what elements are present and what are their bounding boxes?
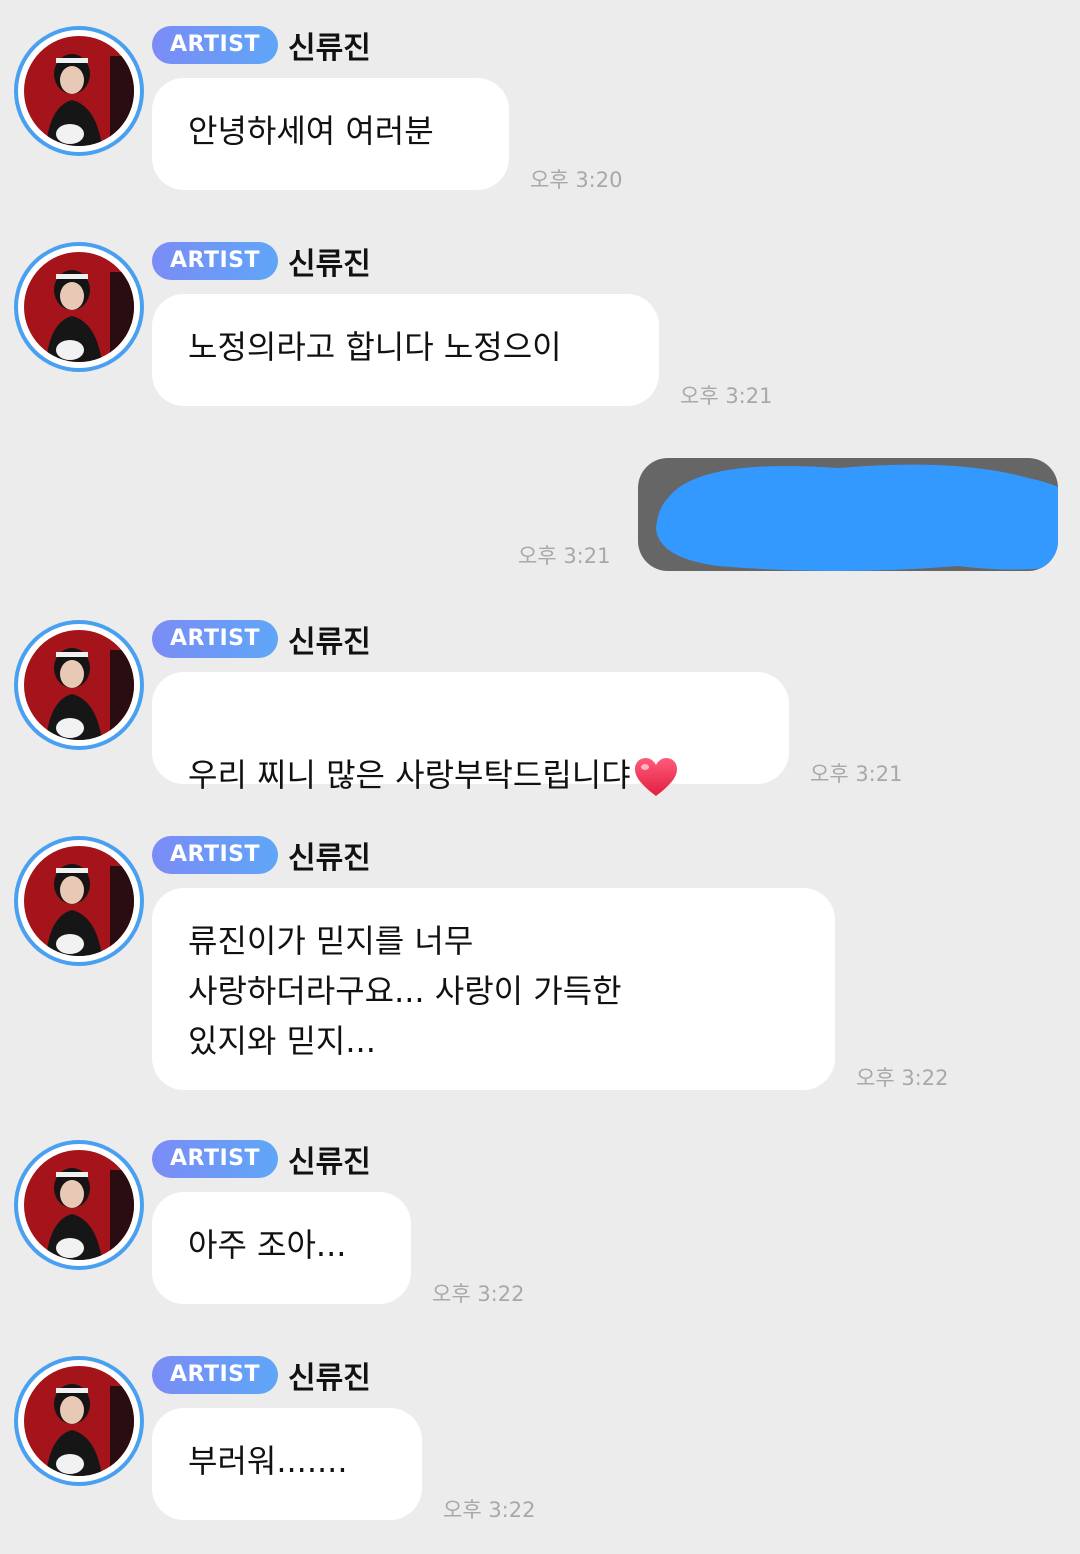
artist-badge: ARTIST	[152, 26, 279, 64]
sender-row: ARTIST 신류진	[152, 836, 371, 876]
sender-row: ARTIST 신류진	[152, 1140, 371, 1180]
artist-badge: ARTIST	[152, 1356, 279, 1394]
heart-icon	[634, 758, 677, 796]
message-bubble[interactable]: 노정의라고 합니다 노정으이	[152, 294, 659, 406]
message-time: 오후 3:22	[856, 1066, 949, 1090]
sender-row: ARTIST 신류진	[152, 1356, 371, 1396]
artist-badge: ARTIST	[152, 242, 279, 280]
message-time: 오후 3:22	[432, 1282, 525, 1306]
artist-avatar[interactable]	[14, 620, 144, 750]
message-bubble[interactable]: 류진이가 믿지를 너무 사랑하더라구요... 사랑이 가득한 있지와 믿지...	[152, 888, 835, 1090]
message-bubble[interactable]: 우리 찌니 많은 사랑부탁드립니댜	[152, 672, 789, 796]
avatar-photo	[24, 252, 134, 362]
sender-name: 신류진	[288, 247, 371, 282]
message-bubble[interactable]: 부러워.......	[152, 1408, 422, 1520]
message-time: 오후 3:20	[530, 168, 623, 192]
message-time: 오후 3:21	[680, 384, 773, 408]
sender-name: 신류진	[288, 31, 371, 66]
avatar-photo	[24, 630, 134, 740]
artist-avatar[interactable]	[14, 1356, 144, 1486]
artist-badge: ARTIST	[152, 620, 279, 658]
my-message-time: 오후 3:21	[518, 544, 611, 568]
sender-row: ARTIST 신류진	[152, 242, 371, 282]
message-text: 우리 찌니 많은 사랑부탁드립니댜	[188, 756, 631, 794]
message-bubble[interactable]: 안녕하세여 여러분	[152, 78, 509, 190]
redaction-scribble	[656, 464, 1058, 571]
artist-avatar[interactable]	[14, 1140, 144, 1270]
artist-badge: ARTIST	[152, 836, 279, 874]
artist-avatar[interactable]	[14, 26, 144, 156]
message-time: 오후 3:22	[443, 1498, 536, 1522]
artist-avatar[interactable]	[14, 242, 144, 372]
sender-row: ARTIST 신류진	[152, 26, 371, 66]
avatar-photo	[24, 1366, 134, 1476]
sender-row: ARTIST 신류진	[152, 620, 371, 660]
avatar-photo	[24, 36, 134, 146]
artist-avatar[interactable]	[14, 836, 144, 966]
sender-name: 신류진	[288, 625, 371, 660]
sender-name: 신류진	[288, 1361, 371, 1396]
avatar-photo	[24, 1150, 134, 1260]
avatar-photo	[24, 846, 134, 956]
message-time: 오후 3:21	[810, 762, 903, 786]
sender-name: 신류진	[288, 841, 371, 876]
artist-badge: ARTIST	[152, 1140, 279, 1178]
message-bubble[interactable]: 아주 조아...	[152, 1192, 411, 1304]
my-message-bubble[interactable]	[638, 458, 1058, 571]
sender-name: 신류진	[288, 1145, 371, 1180]
